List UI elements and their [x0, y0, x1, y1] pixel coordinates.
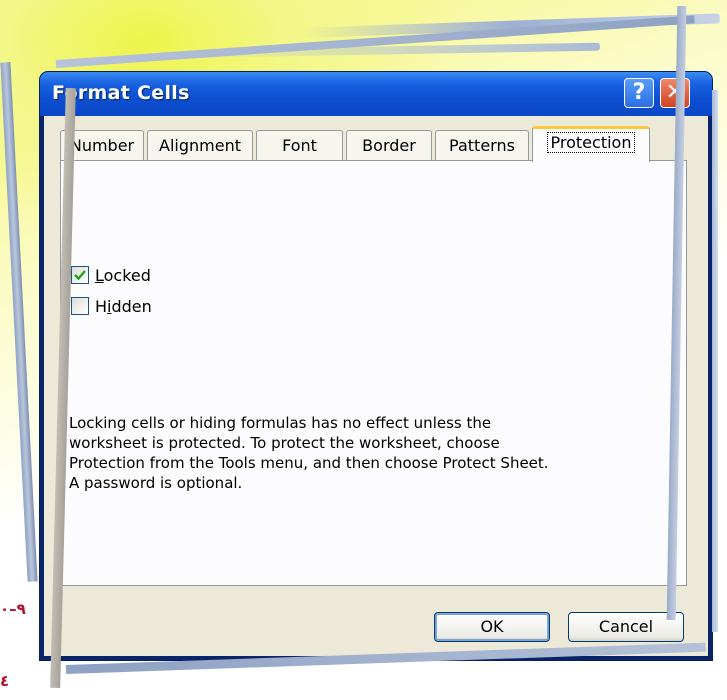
- protection-panel: Locked Hidden Locking cells or hiding fo…: [60, 160, 687, 586]
- hidden-label: Hidden: [95, 297, 152, 316]
- hidden-label-rest: dden: [111, 296, 152, 316]
- tab-alignment[interactable]: Alignment: [147, 130, 253, 160]
- help-button[interactable]: ?: [624, 78, 654, 108]
- checkmark-icon: [74, 270, 86, 281]
- locked-checkbox[interactable]: [71, 266, 89, 284]
- locked-checkbox-row[interactable]: Locked: [71, 264, 151, 286]
- tab-label: Number: [69, 136, 135, 155]
- tab-protection[interactable]: Protection: [532, 126, 650, 162]
- tab-label: Protection: [546, 132, 636, 153]
- locked-label: Locked: [95, 266, 151, 285]
- ok-button-label: OK: [480, 617, 504, 636]
- slide-page-marker: ٤: [0, 672, 10, 690]
- title-bar[interactable]: Format Cells ? ✕: [40, 72, 712, 116]
- dialog-client-area: Number Alignment Font Border Patterns Pr…: [44, 116, 708, 656]
- tab-label: Border: [362, 136, 416, 155]
- locked-label-accelerator: L: [95, 265, 104, 285]
- locked-label-rest: ocked: [103, 265, 151, 285]
- tab-patterns[interactable]: Patterns: [435, 130, 529, 160]
- tab-border[interactable]: Border: [346, 130, 432, 160]
- decorative-frame: [712, 90, 718, 632]
- protection-info-text: Locking cells or hiding formulas has no …: [69, 414, 549, 492]
- hidden-checkbox-row[interactable]: Hidden: [71, 295, 152, 317]
- tab-label: Patterns: [449, 136, 515, 155]
- hidden-checkbox[interactable]: [71, 297, 89, 315]
- tab-font[interactable]: Font: [256, 130, 343, 160]
- ok-button[interactable]: OK: [434, 612, 550, 642]
- cancel-button-label: Cancel: [598, 617, 654, 636]
- tab-label: Alignment: [159, 136, 241, 155]
- tab-label: Font: [282, 136, 317, 155]
- hidden-label-prefix: H: [95, 296, 108, 316]
- help-icon: ?: [632, 80, 646, 105]
- format-cells-dialog: Format Cells ? ✕ Number Alignment Font B…: [40, 72, 712, 660]
- slide-page-marker: ٩–٠: [0, 600, 26, 618]
